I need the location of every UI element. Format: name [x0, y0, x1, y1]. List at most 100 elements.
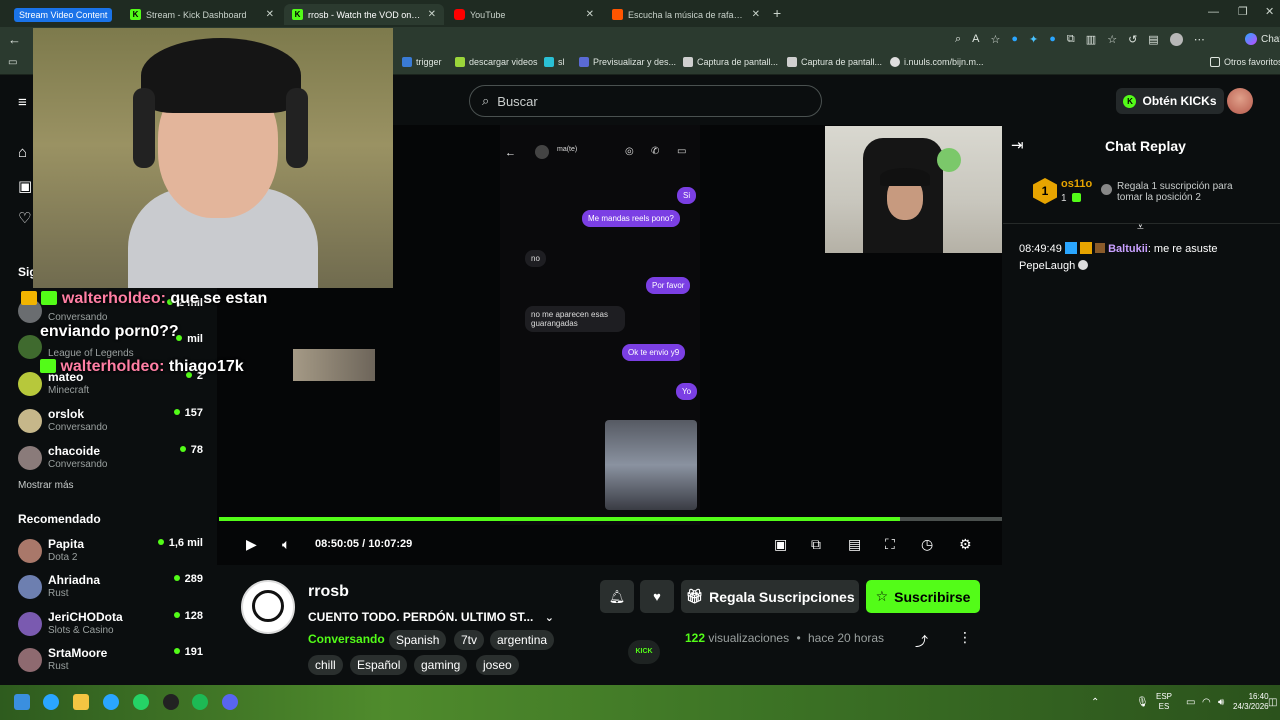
discord-icon[interactable] — [222, 694, 238, 710]
profile-avatar-icon[interactable] — [1169, 33, 1183, 46]
subscribe-button[interactable]: ☆ Suscribirse — [866, 580, 980, 613]
category-link[interactable]: Conversando — [308, 632, 385, 646]
bookmark-captura-1[interactable]: Captura de pantall... — [683, 57, 778, 67]
zoom-icon[interactable]: ⌕ — [955, 33, 961, 47]
obs-icon[interactable] — [163, 694, 179, 710]
speaker-icon[interactable]: 🔊︎ — [1218, 697, 1224, 708]
home-icon[interactable]: ⌂ — [18, 145, 34, 161]
close-icon[interactable]: ✕ — [752, 9, 760, 20]
bookmark-inuuls[interactable]: i.nuuls.com/bijn.m... — [890, 57, 984, 67]
close-window-icon[interactable]: ✕ — [1265, 5, 1274, 18]
sidebar-channel[interactable]: SrtaMoore Rust 191 — [18, 646, 208, 680]
seek-bar[interactable] — [219, 517, 1002, 521]
show-more-link[interactable]: Mostrar más — [18, 480, 74, 491]
browse-icon[interactable]: ▣ — [18, 179, 34, 195]
sidebar-channel[interactable]: Papita Dota 2 1,6 mil — [18, 537, 208, 571]
tag-chip[interactable]: 7tv — [454, 630, 485, 650]
following-heart-icon[interactable]: ♡ — [18, 211, 34, 227]
leader-username[interactable]: os11o — [1061, 178, 1092, 190]
close-icon[interactable]: ✕ — [586, 9, 594, 20]
language-indicator[interactable]: ESP ES — [1156, 692, 1172, 712]
bookmark-sl[interactable]: sl — [544, 57, 565, 67]
playback-speed-icon[interactable]: ◷ — [921, 536, 933, 553]
scroll-to-latest-icon[interactable]: ⩡ — [1137, 220, 1144, 235]
file-explorer-icon[interactable] — [73, 694, 89, 710]
tag-chip[interactable]: chill — [308, 655, 343, 675]
display-icon[interactable]: ▭ — [1186, 697, 1195, 708]
tag-chip[interactable]: Spanish — [389, 630, 447, 650]
tag-chip[interactable]: Español — [350, 655, 408, 675]
tab-soundcloud[interactable]: Escucha la música de rafaelotp | D ✕ — [604, 4, 768, 25]
sidebar-channel[interactable]: JeriCHODota Slots & Casino 128 — [18, 610, 208, 644]
extension-1-icon[interactable]: ● — [1011, 33, 1018, 47]
clock[interactable]: 16:40 24/3/2026 — [1233, 692, 1269, 712]
new-tab-plus-icon[interactable]: + — [773, 5, 781, 21]
theater-mode-icon[interactable]: ▣ — [774, 536, 787, 553]
tab-rrosb-vod[interactable]: K rrosb - Watch the VOD on Kick ✕ — [284, 4, 444, 25]
sidebar-channel[interactable]: chacoide Conversando 78 — [18, 444, 208, 478]
extension-puzzle-icon[interactable]: ⧉ — [1067, 33, 1075, 47]
clip-icon[interactable]: ⧉ — [811, 536, 821, 553]
collapse-chat-icon[interactable]: ⇥ — [1011, 136, 1024, 154]
edge-browser-icon[interactable] — [43, 694, 59, 710]
bookmark-previsualizar[interactable]: Previsualizar y des... — [579, 57, 676, 67]
split-screen-icon[interactable]: ▥ — [1086, 33, 1096, 47]
more-options-icon[interactable]: ⋮ — [958, 629, 972, 646]
close-icon[interactable]: ✕ — [266, 9, 274, 20]
favorites-icon[interactable]: ☆ — [1107, 33, 1117, 47]
channel-viewers: 1,6 mil — [158, 537, 203, 549]
tab-stream-video-content[interactable]: Stream Video Content — [6, 4, 118, 25]
notifications-bell-button[interactable]: 🔔︎ — [600, 580, 634, 613]
spotify-icon[interactable] — [192, 694, 208, 710]
close-icon[interactable]: ✕ — [428, 9, 436, 20]
more-menu-icon[interactable]: ⋯ — [1194, 33, 1205, 47]
gift-subs-button[interactable]: 🎁︎ Regala Suscripciones — [681, 580, 859, 613]
tag-chip[interactable]: gaming — [414, 655, 468, 675]
fullscreen-icon[interactable]: ⛶ — [885, 536, 895, 553]
sidebar-toggle-icon[interactable]: ▭ — [8, 57, 17, 68]
bookmark-trigger[interactable]: trigger — [402, 57, 442, 67]
extension-2-icon[interactable]: ✦ — [1029, 33, 1038, 47]
bandana — [141, 38, 301, 113]
channel-name: orslok — [48, 407, 85, 421]
back-arrow-icon[interactable]: ← — [8, 32, 21, 47]
bookmark-captura-2[interactable]: Captura de pantall... — [787, 57, 882, 67]
favorite-star-icon[interactable]: ☆ — [991, 33, 1001, 47]
play-icon[interactable]: ▶ — [246, 536, 257, 553]
chevron-down-icon[interactable]: ⌄ — [545, 612, 554, 624]
get-kicks-button[interactable]: K Obtén KICKs — [1116, 88, 1224, 114]
notification-icon[interactable]: ◫ — [1268, 697, 1277, 708]
search-input[interactable]: ⌕ Buscar — [469, 85, 822, 117]
tag-chip[interactable]: joseo — [476, 655, 519, 675]
mini-player-icon[interactable]: ▤ — [848, 536, 861, 553]
streamer-avatar[interactable] — [241, 580, 295, 634]
tab-youtube[interactable]: YouTube ✕ — [446, 4, 602, 25]
share-icon[interactable]: ⤴ — [915, 631, 928, 650]
microphone-icon[interactable]: 🎙︎ — [1136, 697, 1149, 708]
tab-kick-dashboard[interactable]: K Stream - Kick Dashboard ✕ — [122, 4, 282, 25]
wifi-icon[interactable]: ◠ — [1202, 697, 1211, 708]
start-windows-icon[interactable] — [14, 694, 30, 710]
whatsapp-icon[interactable] — [133, 694, 149, 710]
follow-heart-button[interactable]: ♥ — [640, 580, 674, 613]
hamburger-menu-icon[interactable]: ≡ — [18, 95, 34, 111]
collections-icon[interactable]: ▤ — [1148, 33, 1158, 47]
volume-icon[interactable]: 🔈︎ — [282, 536, 290, 553]
message-username[interactable]: Baltukii — [1108, 243, 1148, 255]
streamer-name[interactable]: rrosb — [308, 583, 349, 601]
read-aloud-icon[interactable]: A — [972, 33, 979, 47]
tray-expand-icon[interactable]: ⌃ — [1091, 697, 1099, 708]
sidebar-channel[interactable]: Ahriadna Rust 289 — [18, 573, 208, 607]
copilot-button[interactable]: Chat — [1245, 33, 1280, 45]
settings-gear-icon[interactable]: ⚙ — [959, 536, 972, 553]
tag-chip[interactable]: argentina — [490, 630, 555, 650]
sidebar-channel[interactable]: orslok Conversando 157 — [18, 407, 208, 441]
user-avatar[interactable] — [1227, 88, 1253, 114]
maximize-icon[interactable]: ❐ — [1238, 5, 1248, 18]
bookmark-otros-favoritos[interactable]: Otros favoritos — [1210, 57, 1280, 67]
minimize-icon[interactable]: — — [1208, 6, 1219, 18]
history-icon[interactable]: ↺ — [1128, 33, 1137, 47]
extension-3-icon[interactable]: ● — [1049, 33, 1056, 47]
edge-dev-icon[interactable] — [103, 694, 119, 710]
bookmark-descargar-videos[interactable]: descargar videos — [455, 57, 538, 67]
